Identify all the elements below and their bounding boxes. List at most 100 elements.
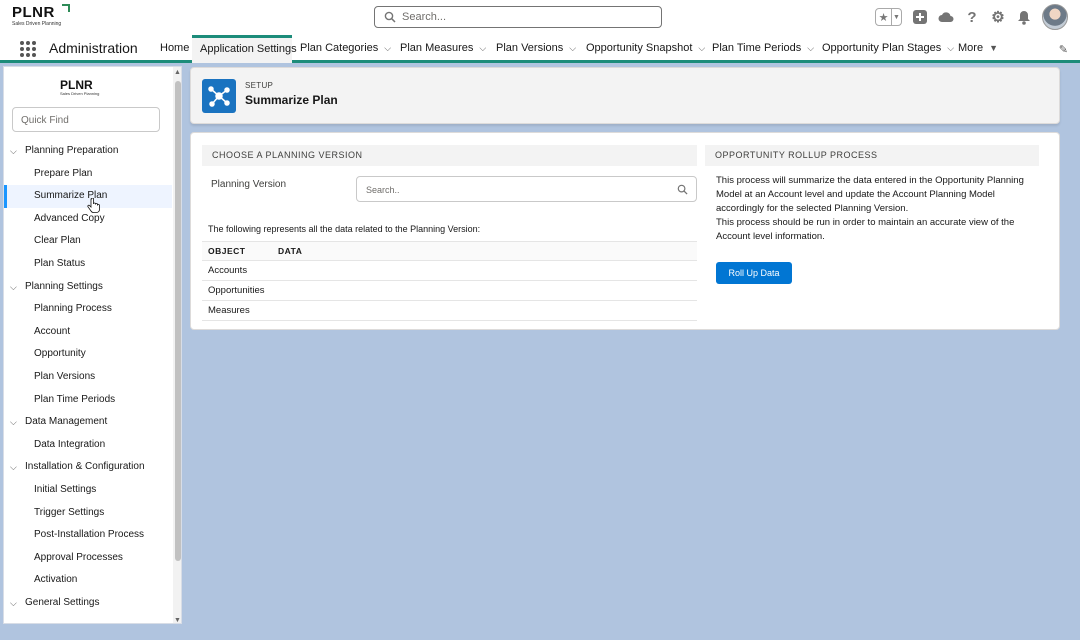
sidebar-logo-tagline: Sales Driven Planning xyxy=(60,91,100,96)
chevron-down-icon[interactable]: ⌵ xyxy=(10,140,17,162)
nav-tab-plan-versions[interactable]: Plan Versions ⌵ xyxy=(488,35,576,63)
summarize-process-icon xyxy=(202,79,236,113)
quick-find-input[interactable]: Quick Find xyxy=(12,107,160,132)
data-cell xyxy=(272,300,697,321)
nav-tab-opportunity-plan-stages[interactable]: Opportunity Plan Stages ⌵ xyxy=(814,35,954,63)
sidebar-item-post-installation-process[interactable]: Post-Installation Process xyxy=(4,524,172,547)
sidebar-item-plan-time-periods[interactable]: Plan Time Periods xyxy=(4,389,172,412)
sidebar-item-data-integration[interactable]: Data Integration xyxy=(4,434,172,457)
rollup-description: This process will summarize the data ent… xyxy=(716,174,1036,244)
chevron-down-icon[interactable]: ⌵ xyxy=(10,592,17,614)
trailhead-cloud-icon[interactable] xyxy=(938,9,954,25)
sidebar-label: Trigger Settings xyxy=(34,506,105,518)
roll-up-data-button[interactable]: Roll Up Data xyxy=(716,262,792,284)
sidebar-item-initial-settings[interactable]: Initial Settings xyxy=(4,479,172,502)
setup-sidebar: PLNR Sales Driven Planning Quick Find ⌵ P… xyxy=(3,66,182,624)
sidebar-item-plan-versions[interactable]: Plan Versions xyxy=(4,366,172,389)
help-icon[interactable]: ? xyxy=(964,9,980,26)
nav-tab-label: Plan Measures xyxy=(400,42,474,54)
planning-version-label: Planning Version xyxy=(211,179,287,190)
sidebar-label: Opportunity xyxy=(34,348,86,360)
sidebar-item-opportunity[interactable]: Opportunity xyxy=(4,343,172,366)
sidebar-item-clear-plan[interactable]: Clear Plan xyxy=(4,230,172,253)
page-eyebrow: SETUP xyxy=(245,81,274,90)
sidebar-label: Plan Time Periods xyxy=(34,393,116,405)
sidebar-label: Prepare Plan xyxy=(34,167,93,179)
plnr-logo[interactable]: PLNR Sales Driven Planning xyxy=(12,4,72,31)
sidebar-item-account[interactable]: Account xyxy=(4,321,172,344)
table-header-row: OBJECT DATA xyxy=(202,241,697,261)
chevron-down-icon[interactable]: ⌵ xyxy=(384,35,391,61)
nav-tab-label: Home xyxy=(160,42,190,54)
app-nav-bar: Administration Home Application Settings P… xyxy=(0,35,1080,63)
sidebar-section-general-settings[interactable]: ⌵ General Settings xyxy=(4,592,172,615)
choose-version-heading: CHOOSE A PLANNING VERSION xyxy=(202,145,697,166)
setup-gear-icon[interactable]: ⚙ xyxy=(990,9,1006,26)
chevron-down-icon[interactable]: ▼ xyxy=(989,35,998,61)
nav-tab-label: Plan Categories xyxy=(300,42,379,54)
notifications-bell-icon[interactable] xyxy=(1016,9,1032,25)
sidebar-section-planning-settings[interactable]: ⌵ Planning Settings xyxy=(4,276,172,299)
sidebar-item-trigger-settings[interactable]: Trigger Settings xyxy=(4,502,172,525)
nav-tab-plan-categories[interactable]: Plan Categories ⌵ xyxy=(292,35,391,63)
nav-tab-application-settings[interactable]: Application Settings xyxy=(192,35,297,63)
sidebar-item-planning-process[interactable]: Planning Process xyxy=(4,298,172,321)
scroll-up-icon[interactable]: ▲ xyxy=(174,69,181,76)
nav-tab-opportunity-snapshot[interactable]: Opportunity Snapshot ⌵ xyxy=(578,35,705,63)
sidebar-section-data-management[interactable]: ⌵ Data Management xyxy=(4,411,172,434)
table-row: Opportunities xyxy=(202,280,697,301)
chevron-down-icon[interactable]: ⌵ xyxy=(479,35,486,61)
nav-tab-label: Plan Versions xyxy=(496,42,564,54)
sidebar-label: Data Management xyxy=(25,416,108,428)
nav-tab-home[interactable]: Home xyxy=(152,35,192,63)
rollup-description-line-2: This process should be run in order to m… xyxy=(716,217,1015,242)
page-title: Summarize Plan xyxy=(245,93,338,107)
edit-nav-pencil-icon[interactable]: ✎ xyxy=(1059,43,1068,56)
nav-tab-plan-measures[interactable]: Plan Measures ⌵ xyxy=(392,35,486,63)
chevron-down-icon[interactable]: ⌵ xyxy=(10,411,17,433)
favorites-dropdown-icon[interactable]: ▼ xyxy=(891,9,901,25)
sidebar-item-approval-processes[interactable]: Approval Processes xyxy=(4,547,172,570)
star-icon[interactable]: ★ xyxy=(876,9,891,25)
scrollbar-thumb[interactable] xyxy=(175,81,181,561)
sidebar-label: Planning Preparation xyxy=(25,145,119,156)
sidebar-label: Planning Settings xyxy=(25,280,103,292)
chevron-down-icon[interactable]: ⌵ xyxy=(10,456,17,478)
nav-tab-more[interactable]: More ▼ xyxy=(950,35,1002,63)
version-data-intro: The following represents all the data re… xyxy=(208,224,481,234)
sidebar-label: Initial Settings xyxy=(34,483,97,495)
sidebar-section-planning-preparation[interactable]: ⌵ Planning Preparation xyxy=(4,140,172,163)
chevron-down-icon[interactable]: ⌵ xyxy=(569,35,576,61)
planning-version-placeholder: Search.. xyxy=(366,185,400,195)
chevron-down-icon[interactable]: ⌵ xyxy=(10,276,17,298)
user-avatar[interactable] xyxy=(1042,4,1068,30)
sidebar-scrollbar[interactable]: ▲ ▼ xyxy=(173,67,181,623)
search-icon xyxy=(677,184,688,195)
sidebar-label: Post-Installation Process xyxy=(34,529,145,541)
sidebar-item-activation[interactable]: Activation xyxy=(4,569,172,592)
global-create-icon[interactable] xyxy=(912,9,928,25)
sidebar-item-plan-status[interactable]: Plan Status xyxy=(4,253,172,276)
sidebar-label: Data Integration xyxy=(34,438,106,450)
favorites-button-group[interactable]: ★ ▼ xyxy=(875,8,902,26)
nav-tab-label: Plan Time Periods xyxy=(712,42,802,54)
scroll-down-icon[interactable]: ▼ xyxy=(174,617,181,623)
sidebar-label: Installation & Configuration xyxy=(25,461,145,473)
mouse-pointer-hand-icon xyxy=(87,198,100,213)
planning-version-search-input[interactable]: Search.. xyxy=(356,176,697,202)
logo-mark-icon xyxy=(62,4,70,12)
sidebar-section-installation-configuration[interactable]: ⌵ Installation & Configuration xyxy=(4,456,172,479)
summarize-plan-card: CHOOSE A PLANNING VERSION Planning Versi… xyxy=(190,132,1060,330)
search-icon xyxy=(384,11,396,23)
sidebar-label: Advanced Copy xyxy=(34,212,105,224)
global-search-input[interactable]: Search... xyxy=(374,6,662,28)
sidebar-logo-text: PLNR xyxy=(60,78,93,92)
version-data-table: OBJECT DATA Accounts Opportunities Measure… xyxy=(202,241,697,321)
nav-tab-plan-time-periods[interactable]: Plan Time Periods ⌵ xyxy=(704,35,814,63)
sidebar-label: Clear Plan xyxy=(34,235,81,247)
object-cell: Accounts xyxy=(202,260,272,281)
rollup-process-heading: OPPORTUNITY ROLLUP PROCESS xyxy=(705,145,1039,166)
app-launcher-icon[interactable] xyxy=(20,41,36,57)
sidebar-item-prepare-plan[interactable]: Prepare Plan xyxy=(4,163,172,186)
data-cell xyxy=(272,280,697,301)
